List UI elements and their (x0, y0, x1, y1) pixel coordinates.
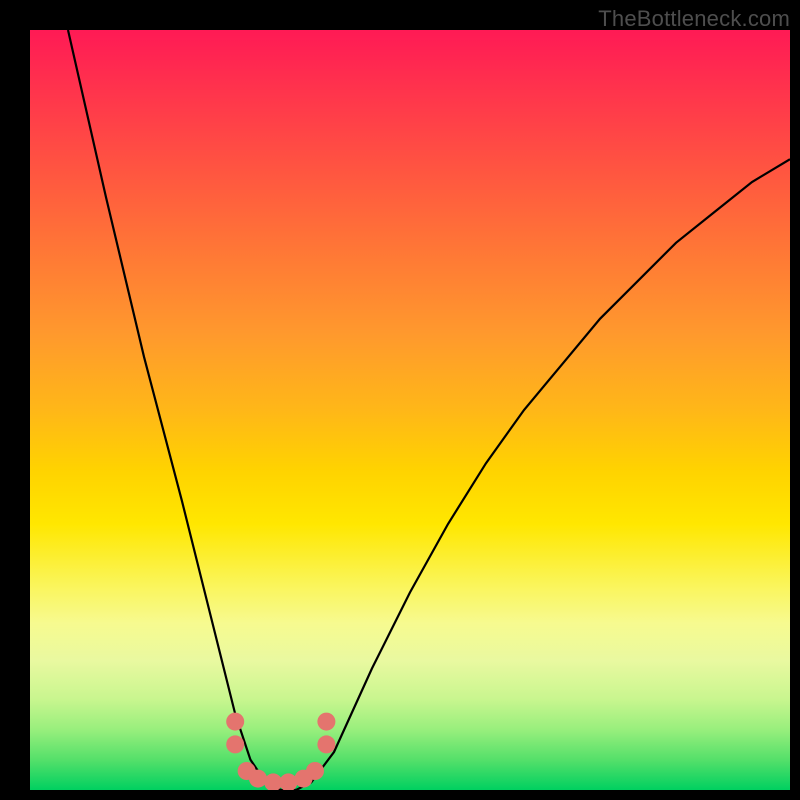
marker-dot (226, 735, 244, 753)
bottleneck-curve-path (68, 30, 790, 790)
marker-dot (317, 735, 335, 753)
plot-area (30, 30, 790, 790)
marker-dot (226, 713, 244, 731)
marker-group (226, 713, 335, 790)
outer-frame: TheBottleneck.com (0, 0, 800, 800)
marker-dot (306, 762, 324, 780)
marker-dot (249, 770, 267, 788)
watermark-text: TheBottleneck.com (598, 6, 790, 32)
marker-dot (279, 773, 297, 790)
chart-svg (30, 30, 790, 790)
marker-dot (317, 713, 335, 731)
